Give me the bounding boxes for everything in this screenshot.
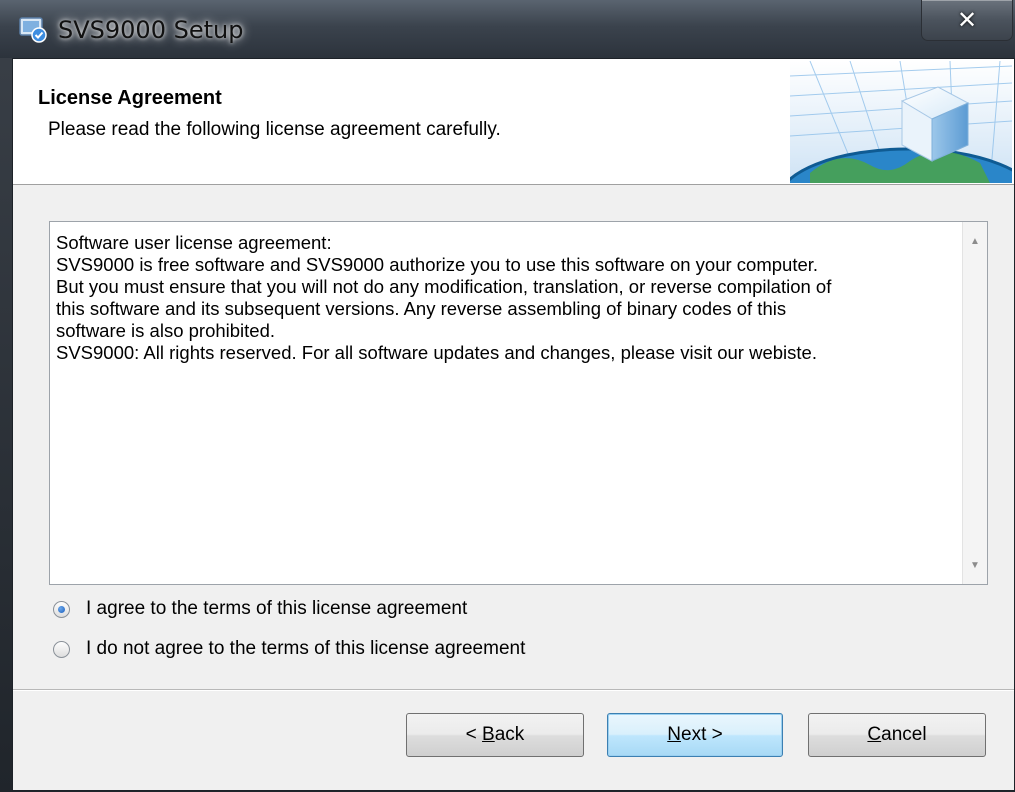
wizard-header: License Agreement Please read the follow… [13,59,1014,185]
footer-divider [13,689,1014,691]
license-line: SVS9000 is free software and SVS9000 aut… [56,254,819,275]
window-title: SVS9000 Setup [58,16,244,44]
license-line: SVS9000: All rights reserved. For all so… [56,342,817,363]
back-button-prefix: < [465,724,483,745]
title-bar[interactable]: SVS9000 Setup ✕ [0,0,1015,58]
disagree-radio[interactable] [53,640,70,658]
back-button-mnemonic: B [482,724,495,745]
disagree-label[interactable]: I do not agree to the terms of this lice… [86,638,525,660]
cube-globe-graphic-icon [790,61,1012,183]
scroll-up-icon[interactable]: ▲ [963,230,987,252]
scroll-down-icon[interactable]: ▼ [963,554,987,576]
page-subtitle: Please read the following license agreem… [48,119,501,140]
next-button-mnemonic: N [667,724,681,745]
license-line: software is also prohibited. [56,320,276,341]
agree-radio[interactable] [53,600,70,618]
vertical-scrollbar[interactable]: ▲ ▼ [962,222,987,584]
agree-option[interactable]: I agree to the terms of this license agr… [53,596,467,622]
license-line: But you must ensure that you will not do… [56,276,832,297]
app-icon [19,17,47,43]
agree-label[interactable]: I agree to the terms of this license agr… [86,598,467,620]
license-text-box[interactable]: Software user license agreement: SVS9000… [49,221,988,585]
page-title: License Agreement [38,87,222,109]
next-button[interactable]: Next > [607,713,783,757]
close-icon: ✕ [956,6,978,34]
dialog-client-area: License Agreement Please read the follow… [12,58,1015,791]
cancel-button-mnemonic: C [867,724,882,745]
next-button-rest: ext > [681,724,723,745]
back-button[interactable]: < Back [406,713,584,757]
back-button-rest: ack [494,724,525,745]
license-line: this software and its subsequent version… [56,298,787,319]
license-line: Software user license agreement: [56,232,332,253]
cancel-button[interactable]: Cancel [808,713,986,757]
close-button[interactable]: ✕ [921,0,1013,41]
cancel-button-rest: ancel [881,724,927,745]
setup-window: SVS9000 Setup ✕ License Agreement Please… [0,0,1015,792]
license-text: Software user license agreement: SVS9000… [56,232,954,364]
disagree-option[interactable]: I do not agree to the terms of this lice… [53,636,525,662]
